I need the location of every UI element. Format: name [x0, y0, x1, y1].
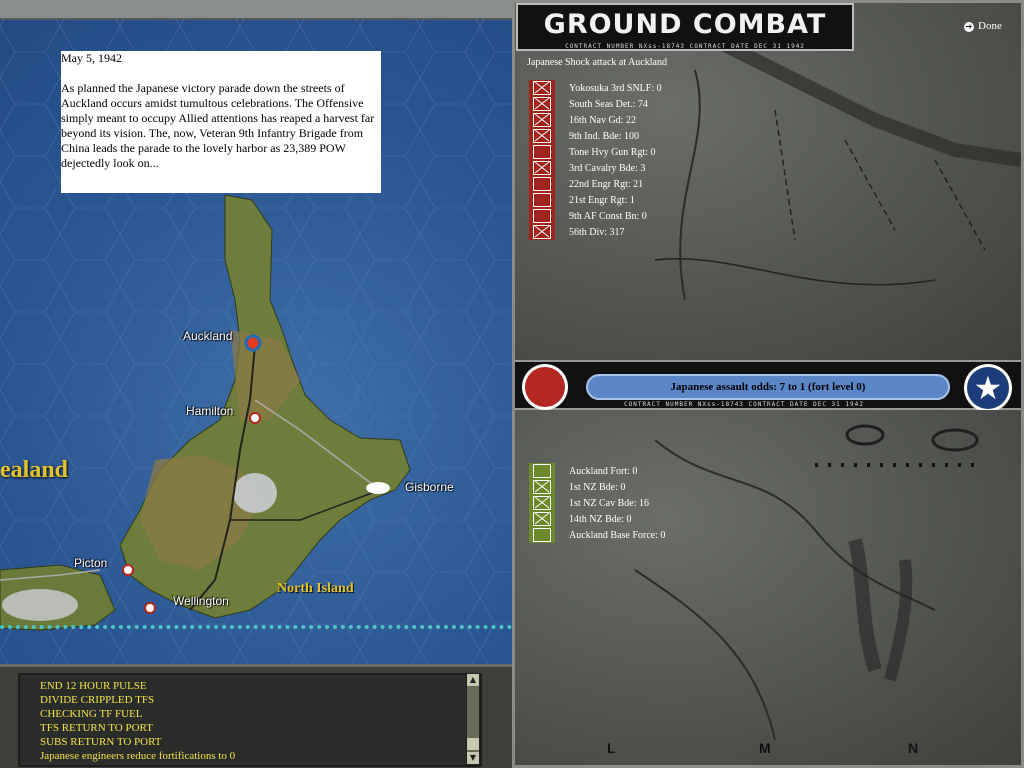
allied-unit-list: Auckland Fort: 0 1st NZ Bde: 0 1st NZ Ca…	[529, 463, 666, 543]
log-line: CHECKING TF FUEL	[40, 708, 143, 720]
map-label-hamilton[interactable]: Hamilton	[186, 404, 233, 418]
infantry-unit-icon	[533, 97, 551, 111]
japanese-unit-list: Yokosuka 3rd SNLF: 0 South Seas Det.: 74…	[529, 80, 662, 240]
infantry-unit-icon	[533, 480, 551, 494]
panel-title: GROUND COMBAT	[543, 9, 827, 40]
log-line: DIVIDE CRIPPLED TFS	[40, 694, 155, 706]
scroll-thumb[interactable]	[467, 738, 479, 750]
unit-row[interactable]: 22nd Engr Rgt: 21	[529, 176, 662, 192]
done-label: Done	[978, 20, 1002, 32]
done-button[interactable]: ➔ Done	[964, 20, 1002, 32]
strategic-map[interactable]: May 5, 1942 As planned the Japanese vict…	[0, 0, 512, 664]
ground-combat-panel: GROUND COMBAT CONTRACT NUMBER NXss-18743…	[512, 0, 1024, 768]
assault-odds: Japanese assault odds: 7 to 1 (fort leve…	[586, 374, 950, 400]
fort-unit-icon	[533, 464, 551, 478]
contract-stamp: CONTRACT NUMBER NXss-18743 CONTRACT DATE…	[565, 43, 805, 50]
japan-roundel-icon	[522, 364, 568, 410]
unit-row[interactable]: Auckland Base Force: 0	[529, 527, 666, 543]
scroll-down-button[interactable]: ▼	[467, 752, 479, 764]
infantry-unit-icon	[533, 81, 551, 95]
log-scrollbar[interactable]: ▲ ▼	[466, 673, 480, 765]
cavalry-unit-icon	[533, 496, 551, 510]
grid-letter: L	[607, 740, 616, 756]
message-log: END 12 HOUR PULSE DIVIDE CRIPPLED TFS CH…	[18, 673, 482, 767]
odds-bar: Japanese assault odds: 7 to 1 (fort leve…	[512, 360, 1024, 412]
report-text: As planned the Japanese victory parade d…	[61, 81, 375, 170]
event-report-box: May 5, 1942 As planned the Japanese vict…	[61, 51, 381, 193]
infantry-unit-icon	[533, 225, 551, 239]
unit-row[interactable]: 3rd Cavalry Bde: 3	[529, 160, 662, 176]
log-line: Japanese engineers reduce fortifications…	[40, 750, 236, 762]
unit-row[interactable]: 21st Engr Rgt: 1	[529, 192, 662, 208]
infantry-unit-icon	[533, 129, 551, 143]
infantry-unit-icon	[533, 113, 551, 127]
unit-row[interactable]: 1st NZ Bde: 0	[529, 479, 666, 495]
cavalry-unit-icon	[533, 161, 551, 175]
us-star-icon: ★	[964, 364, 1012, 412]
engineer-unit-icon	[533, 193, 551, 207]
map-label-new-zealand: ealand	[0, 457, 69, 483]
report-date: May 5, 1942	[61, 51, 122, 65]
map-label-gisborne[interactable]: Gisborne	[405, 480, 454, 494]
unit-row[interactable]: 16th Nav Gd: 22	[529, 112, 662, 128]
map-label-picton[interactable]: Picton	[74, 556, 107, 570]
combat-subtitle: Japanese Shock attack at Auckland	[527, 57, 667, 68]
unit-row[interactable]: Auckland Fort: 0	[529, 463, 666, 479]
infantry-unit-icon	[533, 512, 551, 526]
unit-row[interactable]: South Seas Det.: 74	[529, 96, 662, 112]
scroll-up-button[interactable]: ▲	[467, 674, 479, 686]
map-boundary-line	[0, 625, 512, 629]
artillery-unit-icon	[533, 145, 551, 159]
message-log-panel: END 12 HOUR PULSE DIVIDE CRIPPLED TFS CH…	[0, 664, 512, 768]
grid-letter: N	[908, 740, 919, 756]
map-label-north-island: North Island	[277, 581, 354, 596]
unit-row[interactable]: Yokosuka 3rd SNLF: 0	[529, 80, 662, 96]
map-label-wellington[interactable]: Wellington	[173, 594, 229, 608]
ground-combat-title-plaque: GROUND COMBAT CONTRACT NUMBER NXss-18743…	[516, 3, 854, 51]
log-line: TFS RETURN TO PORT	[40, 722, 153, 734]
contract-stamp: CONTRACT NUMBER NXss-18743 CONTRACT DATE…	[624, 401, 864, 408]
auckland-base-marker	[244, 334, 262, 352]
log-line: END 12 HOUR PULSE	[40, 680, 147, 692]
arrow-right-icon: ➔	[964, 22, 974, 32]
unit-row[interactable]: 9th AF Const Bn: 0	[529, 208, 662, 224]
map-label-auckland[interactable]: Auckland	[183, 329, 232, 343]
unit-row[interactable]: 56th Div: 317	[529, 224, 662, 240]
base-force-unit-icon	[533, 528, 551, 542]
engineer-unit-icon	[533, 177, 551, 191]
grid-letter: M	[759, 740, 771, 756]
unit-row[interactable]: 1st NZ Cav Bde: 16	[529, 495, 666, 511]
unit-row[interactable]: 14th NZ Bde: 0	[529, 511, 666, 527]
unit-row[interactable]: 9th Ind. Bde: 100	[529, 128, 662, 144]
engineer-unit-icon	[533, 209, 551, 223]
unit-row[interactable]: Tone Hvy Gun Rgt: 0	[529, 144, 662, 160]
log-line: SUBS RETURN TO PORT	[40, 736, 162, 748]
